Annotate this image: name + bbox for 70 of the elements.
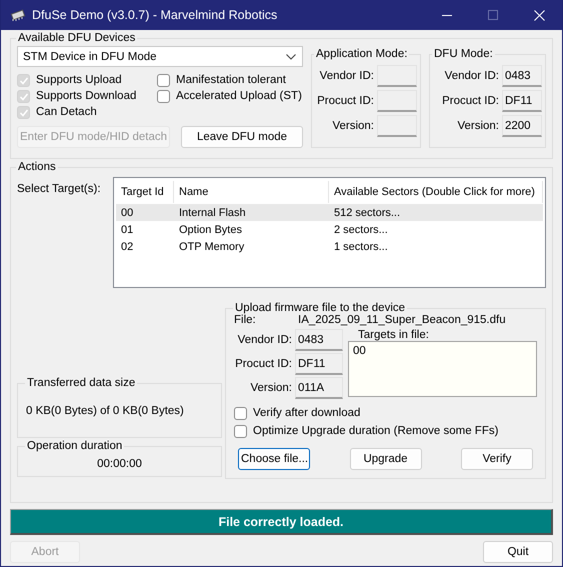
- checkbox-label: Accelerated Upload (ST): [176, 90, 302, 102]
- chip-icon: [10, 8, 26, 22]
- table-row[interactable]: 02 OTP Memory 1 sectors...: [116, 238, 543, 255]
- chevron-down-icon: [286, 54, 296, 60]
- button[interactable]: Choose file...: [238, 448, 310, 470]
- checkbox-label: Optimize Upgrade duration (Remove some FFs): [253, 425, 498, 437]
- checkbox-label: Can Detach: [36, 106, 97, 118]
- field-label: Vendor ID:: [320, 70, 374, 82]
- text-field[interactable]: 0483: [502, 65, 542, 87]
- field-label: Targets in file:: [357, 329, 430, 341]
- text-field[interactable]: 2200: [502, 115, 542, 137]
- field-label: Version:: [332, 120, 374, 132]
- button[interactable]: Verify: [461, 448, 533, 470]
- table-cell-text: 512 sectors...: [333, 206, 402, 218]
- data-size-text: 0 KB(0 Bytes) of 0 KB(0 Bytes): [26, 404, 185, 419]
- table-cell-text: OTP Memory: [178, 240, 246, 252]
- table-cell-text: 1 sectors...: [333, 240, 389, 252]
- field-label: Version:: [249, 382, 292, 394]
- field-label: Procuct ID:: [442, 95, 499, 107]
- list-item[interactable]: 00: [353, 345, 532, 357]
- status-bar: File correctly loaded.: [11, 510, 551, 533]
- field-label: Procuct ID:: [234, 358, 292, 370]
- column-header[interactable]: Available Sectors (Double Click for more): [329, 181, 543, 203]
- group-title: Actions: [17, 161, 57, 173]
- group-title: Transferred data size: [26, 377, 136, 389]
- group-title: Upload firmware file to the device: [234, 302, 406, 314]
- text-field[interactable]: DF11: [502, 90, 542, 112]
- button[interactable]: Leave DFU mode: [181, 126, 303, 148]
- window-title: DfuSe Demo (v3.0.7) - Marvelmind Robotics: [32, 8, 278, 22]
- table-cell-text: Option Bytes: [178, 224, 243, 236]
- field-label: Version:: [457, 120, 499, 132]
- text-field[interactable]: [377, 115, 417, 137]
- checkbox[interactable]: [234, 406, 247, 420]
- table-cell-text: 2 sectors...: [333, 224, 389, 236]
- checkbox-label: Supports Upload: [36, 74, 122, 86]
- device-dropdown[interactable]: STM Device in DFU Mode: [17, 46, 303, 67]
- group-title: Available DFU Devices: [17, 32, 136, 44]
- field-label: Vendor ID:: [236, 334, 292, 346]
- checkbox-label: Supports Download: [36, 90, 136, 102]
- checkbox-label: Manifestation tolerant: [176, 74, 286, 86]
- checkbox[interactable]: [157, 90, 170, 102]
- checkbox-label: Verify after download: [253, 407, 360, 419]
- column-header[interactable]: Name: [174, 181, 329, 203]
- group-title: Application Mode:: [315, 48, 408, 60]
- text-field[interactable]: [377, 90, 417, 112]
- file-name: IA_2025_09_11_Super_Beacon_915.dfu: [298, 314, 506, 326]
- text-field[interactable]: 0483: [295, 329, 343, 351]
- field-label: Procuct ID:: [317, 95, 374, 107]
- field-label: Vendor ID:: [444, 70, 499, 82]
- table-row[interactable]: 01 Option Bytes 2 sectors...: [116, 221, 543, 238]
- text-field[interactable]: 011A: [295, 377, 343, 399]
- text-field[interactable]: [377, 65, 417, 87]
- button[interactable]: Quit: [483, 541, 553, 563]
- checkbox[interactable]: [234, 424, 247, 438]
- column-header[interactable]: Target Id: [116, 181, 174, 203]
- maximize-icon[interactable]: [488, 10, 498, 20]
- duration-text: 00:00:00: [96, 457, 143, 470]
- checkbox[interactable]: [157, 74, 170, 86]
- group-title: Operation duration: [26, 440, 124, 452]
- text-field[interactable]: DF11: [295, 353, 343, 375]
- table-cell-text: Internal Flash: [178, 206, 247, 218]
- table-cell-text: 02: [120, 240, 134, 252]
- table-cell-text: 00: [120, 206, 134, 218]
- table-cell-text: 01: [120, 224, 134, 236]
- field-label: Select Target(s):: [17, 182, 101, 197]
- group-title: DFU Mode:: [433, 48, 494, 60]
- field-label: File:: [234, 314, 257, 326]
- close-icon[interactable]: [534, 10, 544, 20]
- table-row[interactable]: 00 Internal Flash 512 sectors...: [116, 204, 543, 221]
- button[interactable]: Upgrade: [350, 448, 422, 470]
